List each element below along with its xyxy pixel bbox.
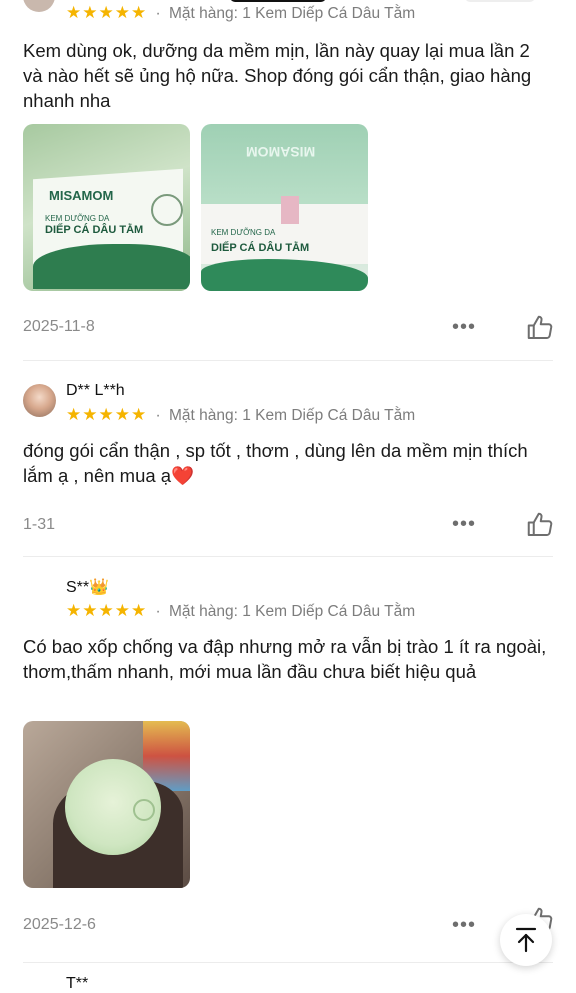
review-photo[interactable]: MISAMOM KEM DƯỠNG DA DIẾP CÁ DÂU TẰM: [23, 124, 190, 291]
star-rating: ★★★★★: [66, 601, 148, 620]
review-text: Có bao xốp chống va đập nhưng mở ra vẫn …: [23, 636, 547, 682]
separator: ·: [155, 5, 161, 22]
star-rating: ★★★★★: [66, 3, 148, 22]
review-3: S**👑 ★★★★★ · Mặt hàng: 1 Kem Diếp Cá Dâu…: [0, 557, 576, 957]
like-icon[interactable]: [525, 510, 555, 540]
review-date: 2025-12-6: [23, 916, 96, 933]
separator: ·: [155, 407, 161, 424]
product-line1: KEM DƯỠNG DA: [45, 214, 110, 223]
rating-row: ★★★★★ · Mặt hàng: 1 Kem Diếp Cá Dâu Tằm: [66, 600, 415, 622]
item-variant-label: Mặt hàng: 1 Kem Diếp Cá Dâu Tằm: [169, 603, 416, 620]
item-variant-label: Mặt hàng: 1 Kem Diếp Cá Dâu Tằm: [169, 5, 416, 22]
rating-row: ★★★★★ · Mặt hàng: 1 Kem Diếp Cá Dâu Tằm: [66, 404, 415, 426]
review-photo[interactable]: MISAMOM KEM DƯỠNG DA DIẾP CÁ DÂU TẰM: [201, 124, 368, 291]
arrow-up-icon: [515, 927, 537, 953]
review-date: 2025-11-8: [23, 318, 95, 335]
top-overlay-pill: [230, 0, 326, 2]
reviewer-name: D** L**h: [66, 382, 125, 399]
product-brand: MISAMOM: [49, 188, 114, 203]
more-options-icon[interactable]: •••: [452, 914, 476, 937]
top-overlay-pill-right: [465, 0, 535, 2]
reviewer-name: S**👑: [66, 579, 110, 596]
product-line2: DIẾP CÁ DÂU TẰM: [211, 242, 310, 254]
review-4: T**: [0, 963, 576, 992]
rating-row: ★★★★★ · Mặt hàng: 1 Kem Diếp Cá Dâu Tằm: [66, 2, 415, 24]
product-brand: MISAMOM: [246, 144, 316, 160]
review-1: ★★★★★ · Mặt hàng: 1 Kem Diếp Cá Dâu Tằm …: [0, 0, 576, 360]
more-options-icon[interactable]: •••: [452, 316, 476, 339]
star-rating: ★★★★★: [66, 405, 148, 424]
back-to-top-button[interactable]: [500, 914, 552, 966]
product-line2: DIẾP CÁ DÂU TẰM: [45, 224, 144, 236]
seal-sticker: [281, 196, 299, 224]
separator: ·: [155, 603, 161, 620]
review-date: 1-31: [23, 516, 56, 533]
review-photo[interactable]: [23, 721, 190, 888]
review-text: Kem dùng ok, dưỡng da mềm mịn, lần này q…: [23, 40, 532, 111]
review-2: D** L**h ★★★★★ · Mặt hàng: 1 Kem Diếp Cá…: [0, 361, 576, 556]
cert-badge-icon: [151, 194, 183, 226]
reviewer-name: T**: [66, 975, 89, 992]
product-line1: KEM DƯỠNG DA: [211, 228, 276, 237]
reviewer-avatar[interactable]: [23, 384, 56, 417]
more-options-icon[interactable]: •••: [452, 513, 476, 536]
like-icon[interactable]: [525, 313, 555, 343]
item-variant-label: Mặt hàng: 1 Kem Diếp Cá Dâu Tằm: [169, 407, 416, 424]
reviewer-avatar[interactable]: [23, 0, 55, 12]
review-text: đóng gói cẩn thận , sp tốt , thơm , dùng…: [23, 440, 528, 486]
